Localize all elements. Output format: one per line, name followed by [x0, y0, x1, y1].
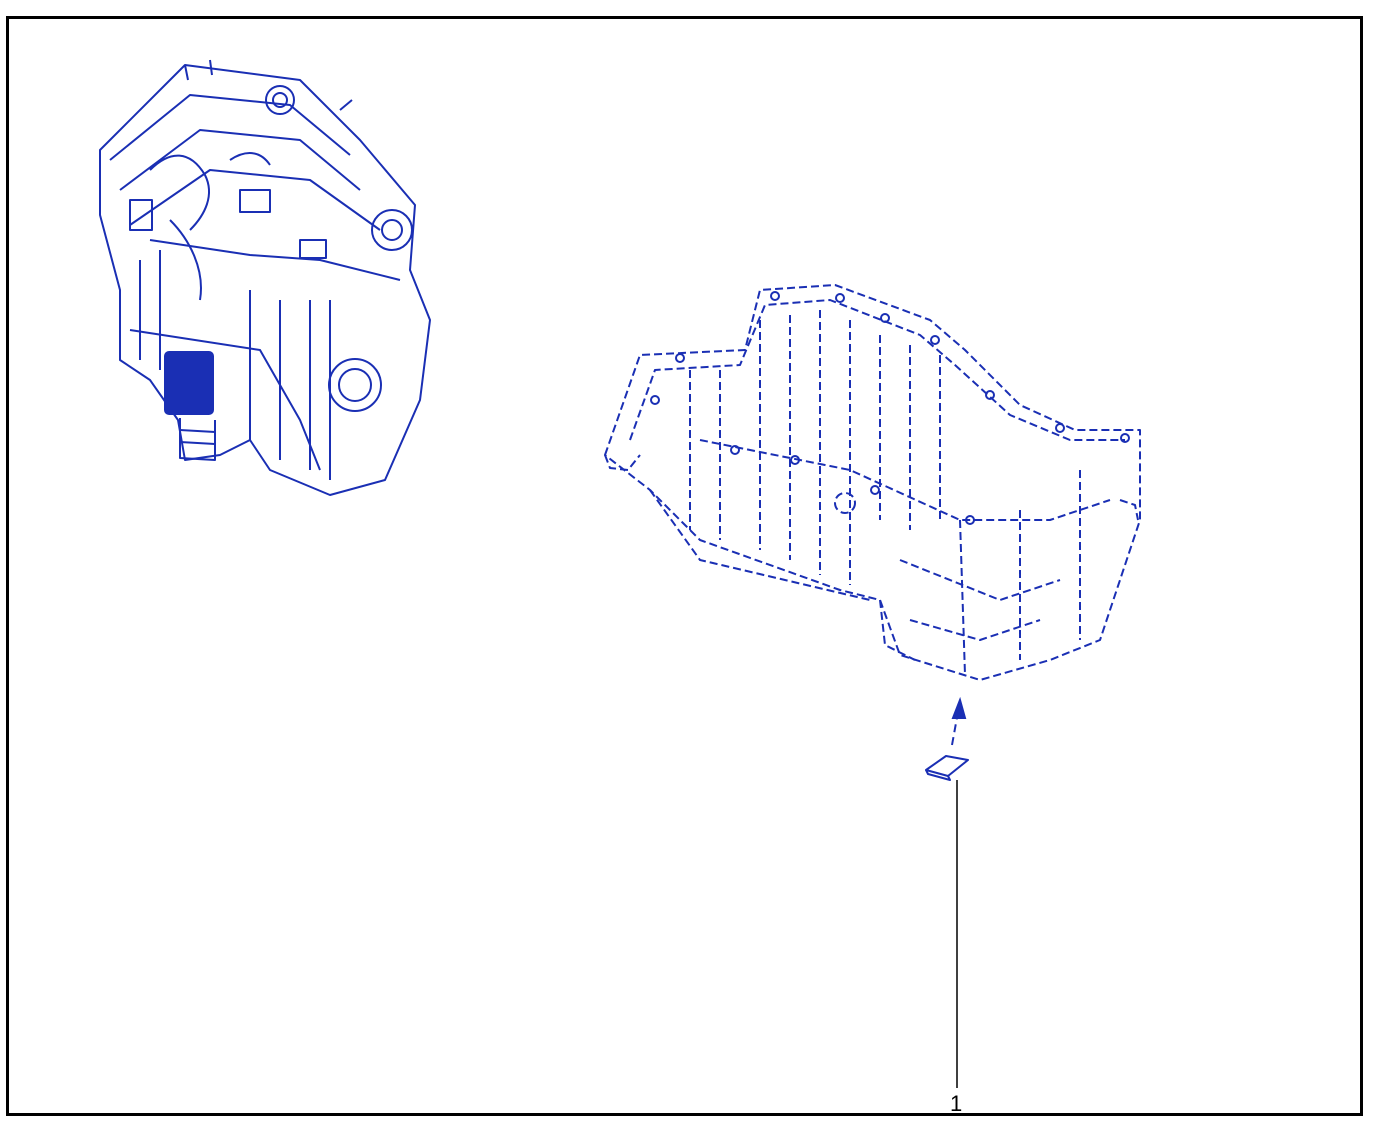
part-1-plug-insert[interactable] [925, 755, 969, 781]
assembly-arrow [951, 696, 967, 746]
callout-label-1[interactable]: 1 [950, 1091, 962, 1117]
exploded-parts-diagram [99, 59, 1141, 1088]
engine-assembly-illustration [99, 59, 431, 496]
oil-pan-illustration [604, 284, 1141, 681]
